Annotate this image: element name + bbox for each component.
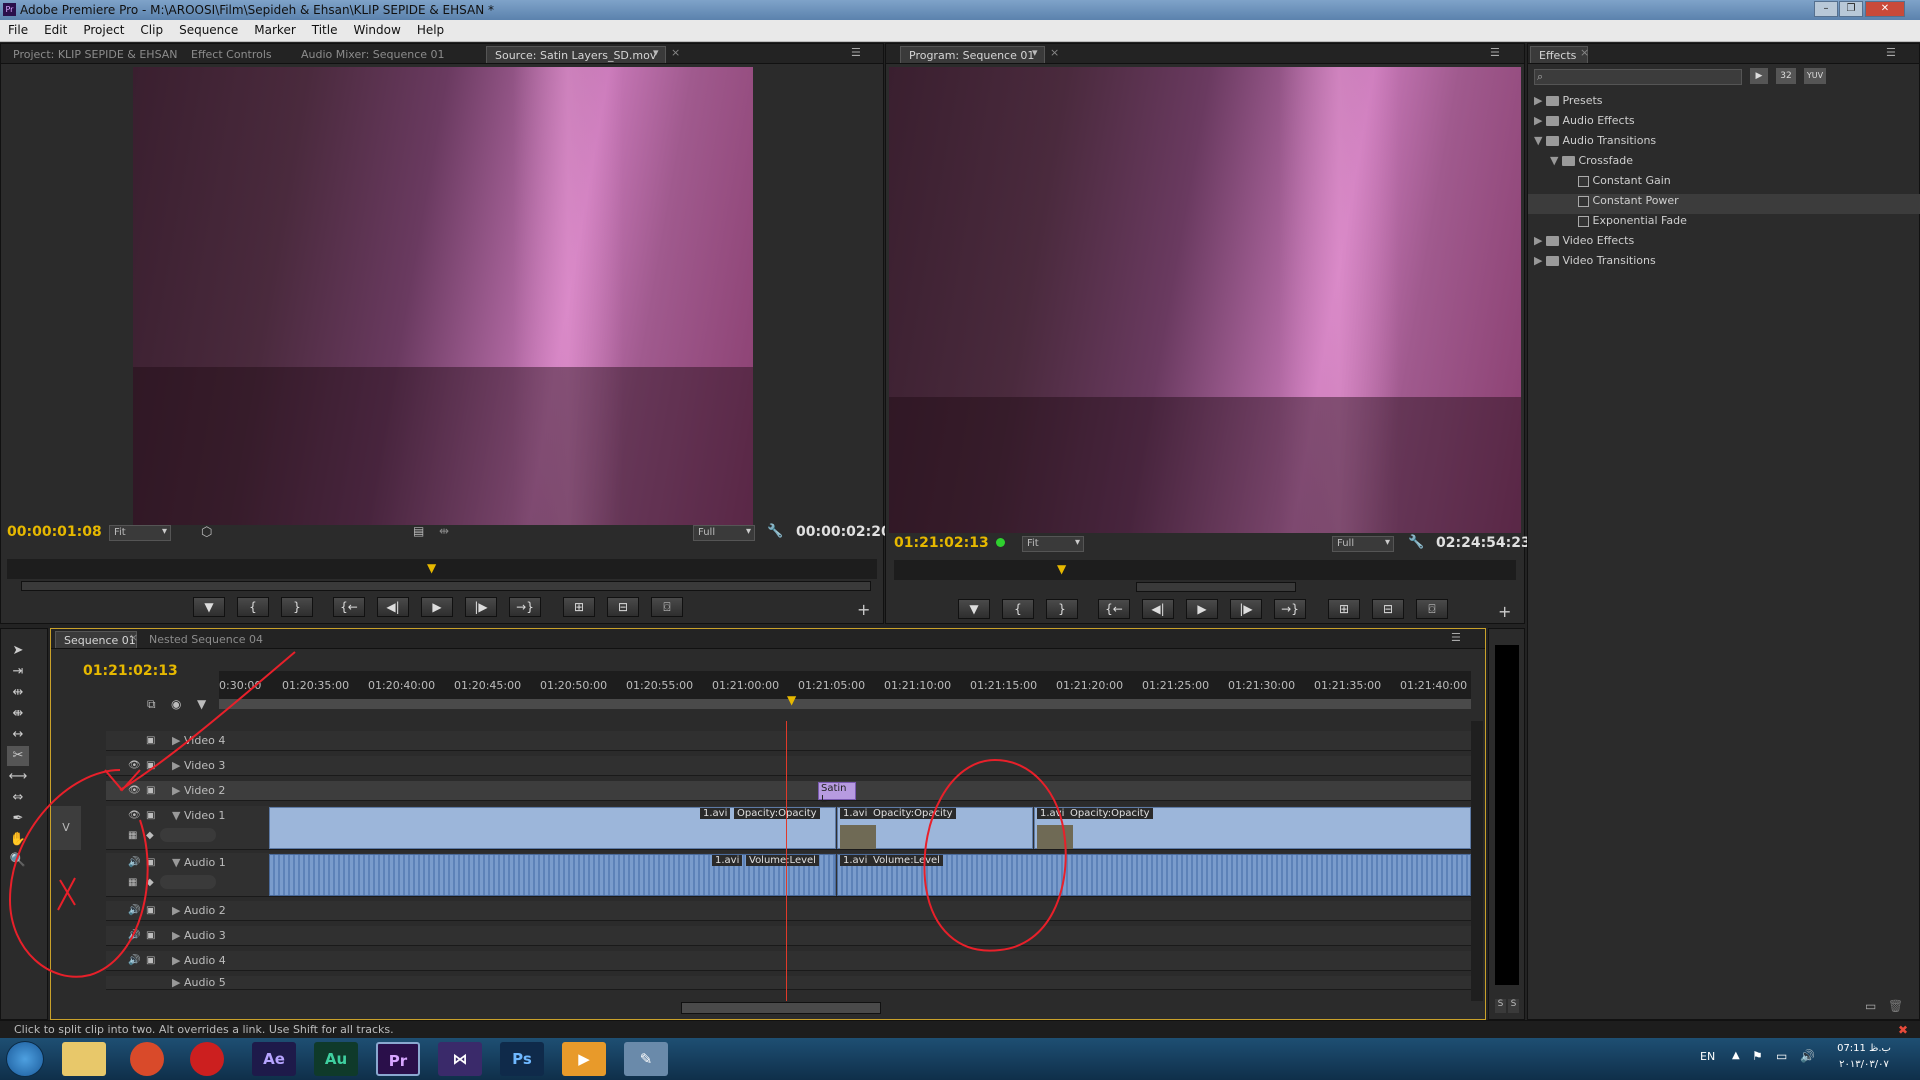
action-center-flag-icon[interactable]: ⚑ [1752,1049,1763,1063]
start-button[interactable] [6,1041,44,1077]
annotation-right-circle [923,758,1067,952]
annotation-x-mark [57,877,76,911]
annotation-arrow-line [119,651,296,791]
premiere-icon[interactable]: Pr [376,1042,420,1076]
clock-date[interactable]: ۲۰۱۳/۰۳/۰۷ [1834,1059,1894,1070]
firefox-icon[interactable] [130,1042,164,1076]
red-annotations [8,651,1067,978]
paint-icon[interactable]: ✎ [624,1042,668,1076]
windows-taskbar: Ae Au Pr ⋈ Ps ▶ ✎ EN ▲ ⚑ ▭ 🔊 07:11 ب.ظ ۲… [0,1038,1920,1080]
audition-icon[interactable]: Au [314,1042,358,1076]
network-icon[interactable]: ▭ [1776,1049,1787,1063]
annotation-left-circle [8,769,149,978]
clock-time[interactable]: 07:11 ب.ظ [1834,1043,1894,1054]
show-hidden-icons[interactable]: ▲ [1732,1050,1740,1061]
photoshop-icon[interactable]: Ps [500,1042,544,1076]
visual-studio-icon[interactable]: ⋈ [438,1042,482,1076]
language-indicator[interactable]: EN [1700,1050,1715,1063]
volume-icon[interactable]: 🔊 [1800,1049,1815,1063]
media-player-icon[interactable]: ▶ [562,1042,606,1076]
after-effects-icon[interactable]: Ae [252,1042,296,1076]
opera-icon[interactable] [190,1042,224,1076]
file-explorer-icon[interactable] [62,1042,106,1076]
